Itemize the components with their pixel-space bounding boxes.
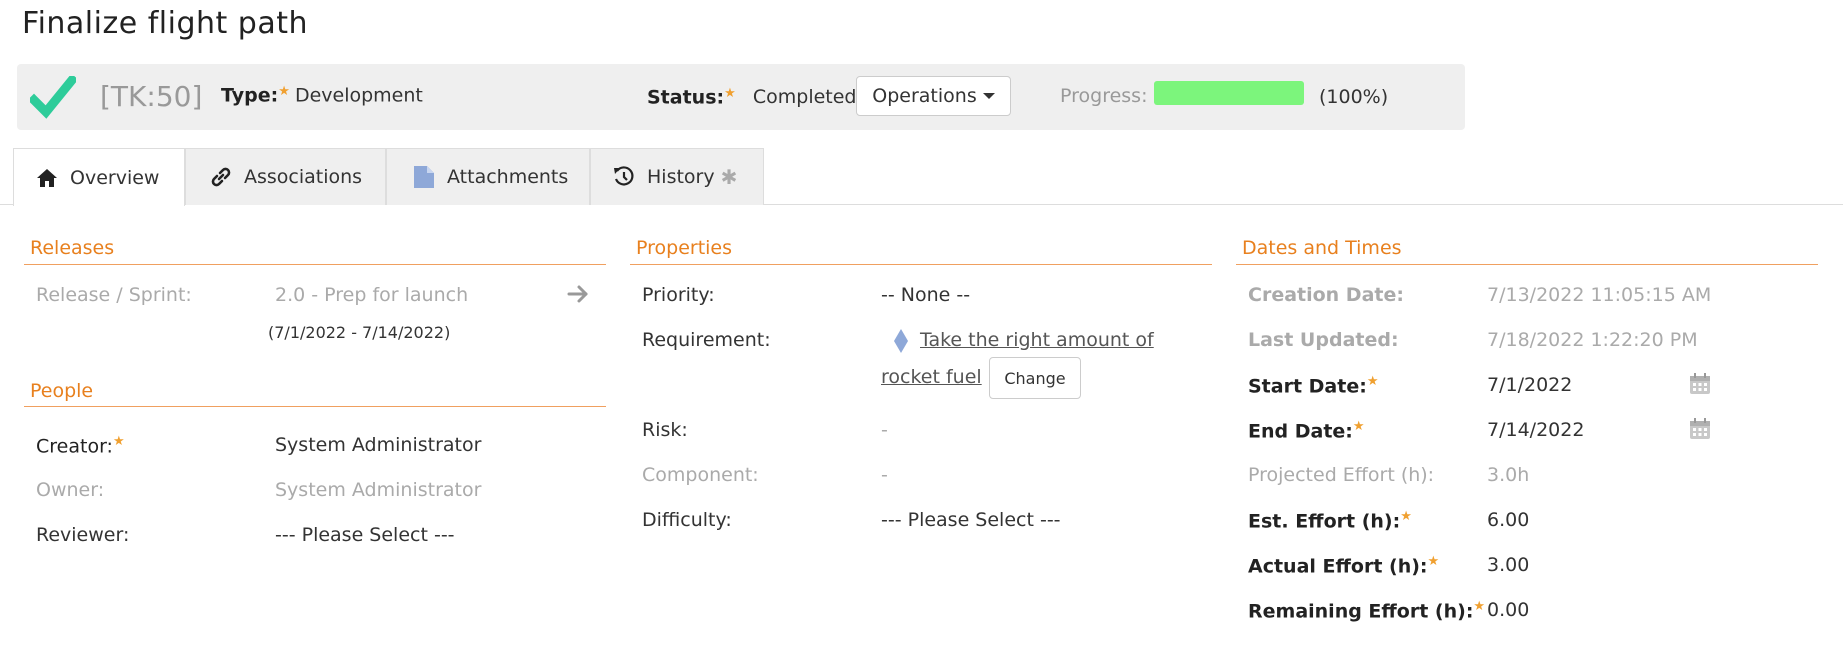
requirement-link-continued[interactable]: rocket fuel (881, 366, 982, 388)
history-icon (613, 166, 635, 188)
start-date-label: Start Date: (1248, 375, 1367, 398)
est-effort-input[interactable]: 6.00 (1487, 509, 1529, 531)
last-updated-value: 7/18/2022 1:22:20 PM (1487, 329, 1698, 351)
section-title-properties: Properties (636, 237, 733, 259)
creator-value: System Administrator (275, 434, 482, 456)
priority-select[interactable]: -- None -- (881, 284, 970, 306)
start-date-input[interactable]: 7/1/2022 (1487, 374, 1572, 396)
tab-label: Associations (244, 166, 363, 188)
creation-date-value: 7/13/2022 11:05:15 AM (1487, 284, 1712, 306)
remaining-effort-label: Remaining Effort (h): (1248, 600, 1474, 623)
required-star-icon: ★ (1352, 419, 1365, 434)
last-updated-label: Last Updated: (1248, 329, 1399, 351)
status-field: Status:★ Completed (647, 86, 857, 108)
requirement-link[interactable]: Take the right amount of (920, 329, 1154, 351)
tab-attachments[interactable]: Attachments (386, 148, 590, 205)
actual-effort-input[interactable]: 3.00 (1487, 554, 1529, 576)
required-star-icon: ★ (724, 86, 736, 101)
progress-percent: (100%) (1319, 86, 1389, 108)
operations-label: Operations (872, 85, 977, 107)
remaining-effort-label-wrap: Remaining Effort (h):★ (1248, 599, 1485, 622)
owner-value: System Administrator (275, 479, 482, 501)
reviewer-select[interactable]: --- Please Select --- (275, 524, 455, 546)
owner-label: Owner: (36, 479, 105, 501)
creator-label-wrap: Creator:★ (36, 434, 125, 457)
progress-bar (1154, 81, 1304, 105)
reviewer-label: Reviewer: (36, 524, 130, 546)
task-id: [TK:50] (100, 80, 203, 113)
type-value: Development (294, 84, 423, 107)
document-icon (413, 165, 435, 189)
remaining-effort-input[interactable]: 0.00 (1487, 599, 1529, 621)
difficulty-select[interactable]: --- Please Select --- (881, 509, 1061, 531)
required-star-icon: ★ (112, 434, 125, 449)
start-date-label-wrap: Start Date:★ (1248, 374, 1378, 397)
checkmark-icon (27, 73, 79, 124)
status-label: Status: (647, 86, 725, 109)
arrow-right-icon[interactable] (567, 284, 589, 308)
risk-value: - (881, 419, 888, 441)
requirement-diamond-icon (893, 328, 909, 358)
priority-label: Priority: (642, 284, 715, 306)
progress-label: Progress: (1060, 85, 1148, 107)
type-field: Type:★ Development (221, 84, 423, 106)
tab-label: History (647, 166, 715, 188)
component-label: Component: (642, 464, 759, 486)
modified-asterisk-icon: ✱ (720, 165, 738, 189)
actual-effort-label-wrap: Actual Effort (h):★ (1248, 554, 1439, 577)
est-effort-label-wrap: Est. Effort (h):★ (1248, 509, 1412, 532)
tab-history[interactable]: History ✱ (590, 148, 764, 205)
section-title-people: People (30, 380, 94, 402)
required-star-icon: ★ (278, 84, 290, 99)
projected-effort-label: Projected Effort (h): (1248, 464, 1435, 486)
type-label: Type: (221, 84, 279, 107)
page-title: Finalize flight path (22, 6, 309, 41)
projected-effort-value: 3.0h (1487, 464, 1530, 486)
est-effort-label: Est. Effort (h): (1248, 510, 1401, 533)
release-sprint-value[interactable]: 2.0 - Prep for launch (275, 284, 468, 306)
required-star-icon: ★ (1473, 599, 1486, 614)
difficulty-label: Difficulty: (642, 509, 732, 531)
status-value: Completed (752, 86, 857, 109)
end-date-label-wrap: End Date:★ (1248, 419, 1365, 442)
tab-associations[interactable]: Associations (185, 148, 386, 205)
creator-label: Creator: (36, 435, 113, 458)
tab-label: Attachments (447, 166, 569, 188)
section-title-dates: Dates and Times (1242, 237, 1402, 259)
section-divider (24, 264, 606, 265)
section-title-releases: Releases (30, 237, 115, 259)
end-date-input[interactable]: 7/14/2022 (1487, 419, 1584, 441)
section-divider (1236, 264, 1818, 265)
required-star-icon: ★ (1400, 509, 1412, 524)
required-star-icon: ★ (1366, 374, 1379, 389)
link-icon (210, 166, 232, 188)
creation-date-label: Creation Date: (1248, 284, 1404, 306)
tab-overview[interactable]: Overview (13, 148, 185, 206)
calendar-icon[interactable] (1689, 418, 1711, 444)
progress-bar-fill (1154, 81, 1304, 105)
release-dates: (7/1/2022 - 7/14/2022) (268, 323, 451, 342)
release-sprint-label: Release / Sprint: (36, 284, 192, 306)
tab-label: Overview (70, 166, 160, 189)
calendar-icon[interactable] (1689, 373, 1711, 399)
section-divider (630, 264, 1212, 265)
operations-dropdown-button[interactable]: Operations (856, 76, 1011, 116)
requirement-label: Requirement: (642, 329, 771, 351)
component-value: - (881, 464, 888, 486)
section-divider (24, 406, 606, 407)
home-icon (36, 168, 58, 188)
risk-label: Risk: (642, 419, 688, 441)
caret-down-icon (982, 93, 995, 99)
required-star-icon: ★ (1427, 554, 1440, 569)
actual-effort-label: Actual Effort (h): (1248, 555, 1428, 578)
end-date-label: End Date: (1248, 420, 1353, 443)
change-requirement-button[interactable]: Change (989, 357, 1081, 399)
